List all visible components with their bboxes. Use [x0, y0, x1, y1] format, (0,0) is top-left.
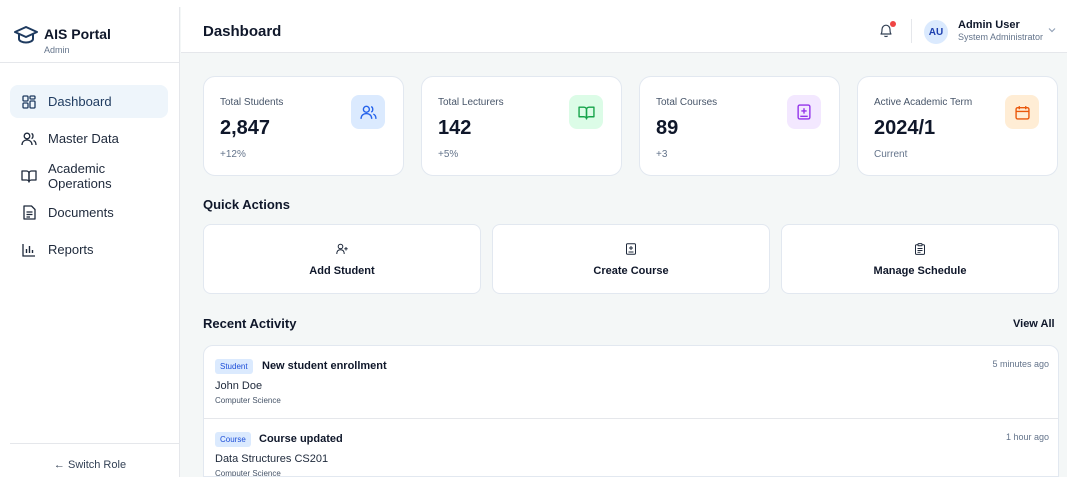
file-text-icon [21, 205, 37, 221]
notification-bell-button[interactable] [878, 21, 896, 39]
stat-delta: +12% [220, 149, 246, 160]
sidebar: AIS Portal Admin Dashboard Master Data A… [0, 7, 180, 477]
stat-value: 89 [656, 117, 679, 139]
graduation-cap-icon [14, 26, 38, 44]
activity-tag: Course [215, 432, 251, 447]
sidebar-item-master-data[interactable]: Master Data [10, 122, 168, 155]
brand: AIS Portal Admin [0, 7, 180, 63]
page-title: Dashboard [203, 23, 282, 40]
activity-subject: Data Structures CS201 [215, 453, 329, 465]
activity-timestamp: 5 minutes ago [992, 359, 1049, 369]
notification-dot [890, 21, 896, 27]
stat-delta: +5% [438, 149, 459, 160]
sidebar-item-label: Academic Operations [48, 160, 112, 191]
activity-title: Course updated [259, 433, 343, 445]
stat-card-total-lecturers: Total Lecturers 142 +5% [421, 76, 622, 176]
activity-department: Computer Science [215, 469, 281, 477]
quick-action-label: Add Student [309, 265, 375, 277]
avatar[interactable]: AU [924, 20, 948, 44]
sidebar-item-label: Reports [48, 242, 94, 257]
brand-subtitle: Admin [44, 45, 70, 55]
sidebar-item-academic-operations[interactable]: Academic Operations [10, 159, 168, 192]
quick-actions-title: Quick Actions [203, 197, 290, 212]
sidebar-item-reports[interactable]: Reports [10, 233, 168, 266]
bar-chart-icon [21, 242, 37, 258]
users-icon [351, 95, 385, 129]
activity-title: New student enrollment [262, 360, 387, 372]
calendar-icon [1005, 95, 1039, 129]
stat-card-total-courses: Total Courses 89 +3 [639, 76, 840, 176]
user-name: Admin User [958, 19, 1020, 31]
activity-subject: John Doe [215, 380, 263, 392]
top-header: Dashboard AU Admin User System Administr… [181, 7, 1067, 53]
activity-item[interactable]: Student New student enrollment John Doe … [204, 346, 1058, 418]
activity-department: Computer Science [215, 396, 281, 405]
quick-action-label: Manage Schedule [873, 265, 967, 277]
activity-tag: Student [215, 359, 253, 374]
stat-label: Total Lecturers [438, 97, 504, 108]
sidebar-item-label: Dashboard [48, 94, 112, 109]
user-role: System Administrator [958, 32, 1044, 42]
stat-card-total-students: Total Students 2,847 +12% [203, 76, 404, 176]
top-strip [0, 0, 1067, 7]
header-divider [911, 19, 912, 43]
book-open-icon [21, 168, 37, 184]
stat-value: 2024/1 [874, 117, 936, 139]
view-all-link[interactable]: View All [1013, 318, 1055, 330]
sidebar-item-label: Documents [48, 205, 114, 220]
grid-icon [21, 94, 37, 110]
book-open-icon [569, 95, 603, 129]
brand-title: AIS Portal [44, 26, 111, 42]
stat-label: Active Academic Term [874, 97, 973, 108]
stat-value: 142 [438, 117, 472, 139]
add-student-button[interactable]: Add Student [203, 224, 481, 294]
book-plus-icon [626, 243, 636, 255]
stat-label: Total Students [220, 97, 284, 108]
sidebar-item-dashboard[interactable]: Dashboard [10, 85, 168, 118]
recent-activity-title: Recent Activity [203, 316, 297, 331]
manage-schedule-button[interactable]: Manage Schedule [781, 224, 1059, 294]
sidebar-item-documents[interactable]: Documents [10, 196, 168, 229]
stat-card-active-academic-term: Active Academic Term 2024/1 Current [857, 76, 1058, 176]
switch-role-link[interactable]: ← Switch Role [0, 459, 180, 471]
sidebar-item-label: Master Data [48, 131, 119, 146]
activity-item[interactable]: Course Course updated Data Structures CS… [204, 418, 1058, 477]
stat-value: 2,847 [220, 117, 271, 139]
stat-delta: Current [874, 149, 908, 160]
quick-action-label: Create Course [593, 265, 669, 277]
activity-timestamp: 1 hour ago [1005, 432, 1049, 442]
sidebar-divider [10, 443, 180, 444]
users-icon [21, 131, 37, 147]
create-course-button[interactable]: Create Course [492, 224, 770, 294]
activity-list: Student New student enrollment John Doe … [203, 345, 1059, 477]
chevron-down-icon[interactable] [1047, 25, 1057, 35]
book-plus-icon [787, 95, 821, 129]
stat-delta: +3 [656, 149, 668, 160]
user-plus-icon [336, 243, 348, 255]
clipboard-icon [915, 243, 925, 255]
stat-label: Total Courses [656, 97, 718, 108]
